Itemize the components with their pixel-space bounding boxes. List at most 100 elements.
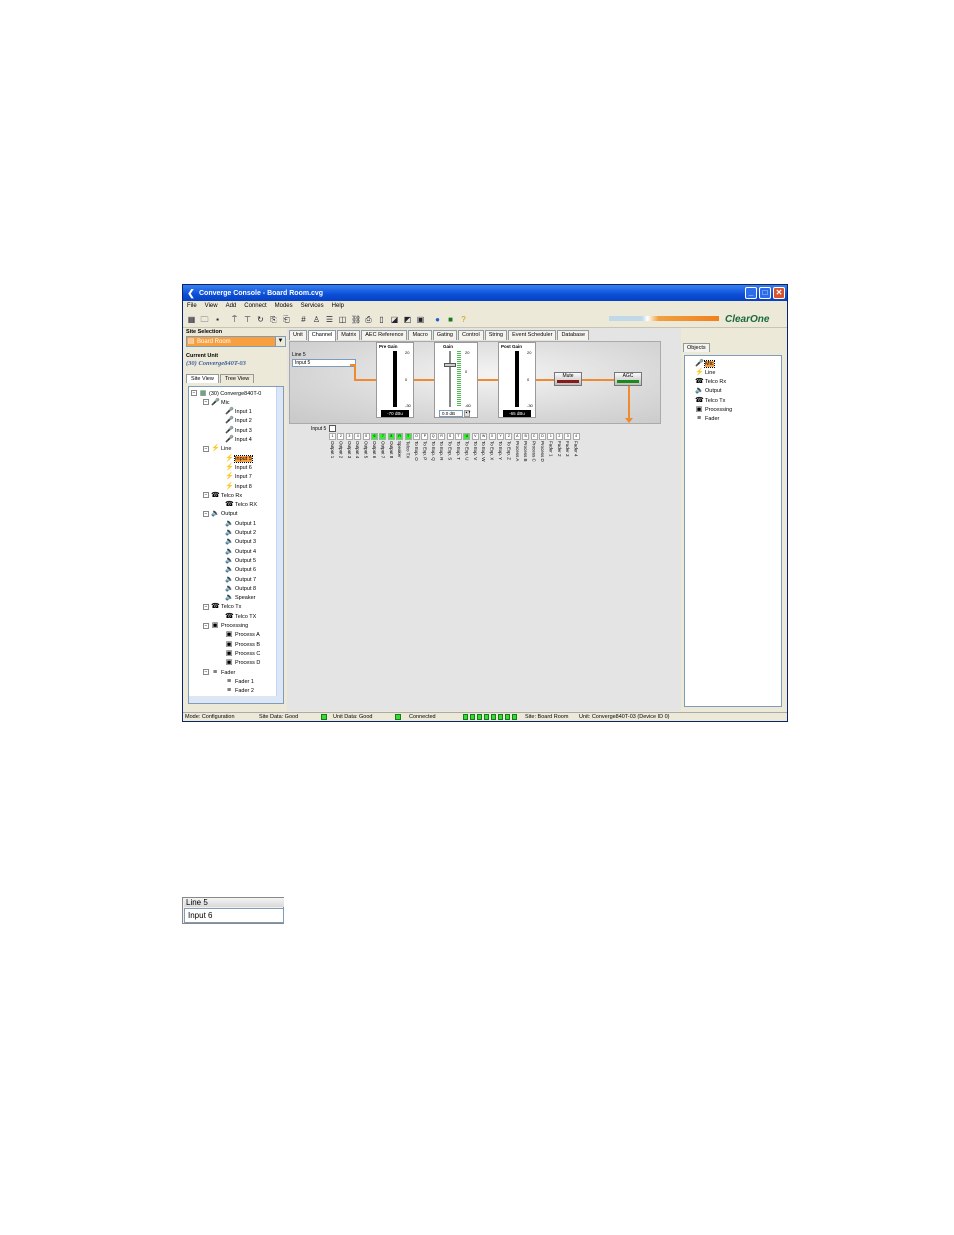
matrix-cell[interactable]: 7 — [379, 433, 387, 440]
tree-item-input-6[interactable]: ⚡ Input 6 — [225, 463, 252, 472]
tree-item-input-8[interactable]: ⚡ Input 8 — [225, 482, 252, 491]
menu-connect[interactable]: Connect — [244, 303, 266, 309]
object-item-output[interactable]: 🔈 Output — [695, 387, 722, 396]
tree-item-output-8[interactable]: 🔈 Output 8 — [225, 584, 256, 593]
gain-spinner[interactable]: ▲▼ — [464, 410, 471, 417]
tree-item-output-3[interactable]: 🔈 Output 3 — [225, 538, 256, 547]
matrix-cell[interactable]: X — [488, 433, 496, 440]
matrix-cell[interactable]: 4 — [572, 433, 580, 440]
close-button[interactable]: ✕ — [773, 287, 785, 299]
tree-item-telco-tx[interactable]: ☎ Telco TX — [225, 612, 256, 621]
globe-icon[interactable]: ● — [433, 315, 442, 324]
collapse-icon[interactable]: − — [203, 399, 209, 406]
stop-icon[interactable]: ■ — [446, 315, 455, 324]
zoom-name-input[interactable]: Input 6 — [184, 908, 284, 923]
matrix-cell[interactable]: R — [438, 433, 446, 440]
tab-aec-reference[interactable]: AEC Reference — [361, 330, 408, 340]
tree-group-mic[interactable]: − 🎤 Mic — [203, 398, 230, 407]
tab-objects[interactable]: Objects — [683, 343, 710, 352]
tree-item-fader-1[interactable]: ≡ Fader 1 — [225, 677, 254, 686]
tab-gating[interactable]: Gating — [432, 330, 457, 340]
help-icon[interactable]: ? — [459, 315, 468, 324]
tree-root[interactable]: − ▦ (30) Converge840T-0 — [191, 389, 261, 398]
object-item-fader[interactable]: ≡ Fader — [695, 415, 719, 424]
tab-tree-view[interactable]: Tree View — [219, 374, 255, 383]
tree-item-output-5[interactable]: 🔈 Output 5 — [225, 556, 256, 565]
menu-file[interactable]: File — [187, 303, 197, 309]
tree-group-processing[interactable]: − ▣ Processing — [203, 622, 248, 631]
tree-group-telco-rx[interactable]: − ☎ Telco Rx — [203, 491, 242, 500]
chevron-down-icon[interactable]: ▼ — [275, 337, 285, 346]
tree-item-input-5[interactable]: ⚡ Input 5 — [225, 454, 253, 463]
antenna-icon[interactable]: ⍑ — [230, 315, 239, 324]
matrix-row-toggle[interactable] — [329, 425, 336, 432]
matrix-cell[interactable]: 1 — [329, 433, 336, 440]
matrix-cell[interactable]: V — [471, 433, 479, 440]
object-item-processing[interactable]: ▣ Processing — [695, 406, 733, 415]
tab-string[interactable]: String — [484, 330, 508, 340]
matrix-cell[interactable]: Q — [429, 433, 437, 440]
tree-item-input-3[interactable]: 🎤 Input 3 — [225, 426, 252, 435]
tab-channel[interactable]: Channel — [307, 330, 337, 341]
matrix-cell[interactable]: 1 — [547, 433, 555, 440]
matrix-cell[interactable]: S — [446, 433, 454, 440]
agc-button[interactable]: AGC — [614, 372, 642, 386]
book-icon[interactable]: ◫ — [338, 315, 347, 324]
matrix-cell[interactable]: Y — [497, 433, 504, 440]
tree-item-speaker[interactable]: 🔈 Speaker — [225, 594, 256, 603]
matrix-cell[interactable]: P — [421, 433, 429, 440]
list-icon[interactable]: ☰ — [325, 315, 334, 324]
object-item-line[interactable]: ⚡ Line — [695, 368, 715, 377]
person-icon[interactable]: ♙ — [312, 315, 321, 324]
collapse-icon[interactable]: − — [203, 510, 209, 517]
object-item-telco-tx[interactable]: ☎ Telco Tx — [695, 396, 725, 405]
matrix-cell[interactable]: 3 — [564, 433, 572, 440]
matrix-cell[interactable]: 6 — [371, 433, 378, 440]
matrix-cell[interactable]: T — [404, 433, 412, 440]
tab-control[interactable]: Control — [457, 330, 484, 340]
matrix-cell[interactable]: T — [455, 433, 462, 440]
grid-icon[interactable]: ▦ — [187, 315, 196, 324]
tree-item-input-7[interactable]: ⚡ Input 7 — [225, 473, 252, 482]
tree-group-output[interactable]: − 🔈 Output — [203, 510, 238, 519]
refresh-icon[interactable]: ↻ — [256, 315, 265, 324]
matrix-cell[interactable]: U — [463, 433, 471, 440]
matrix-cell[interactable]: 4 — [354, 433, 362, 440]
menu-services[interactable]: Services — [301, 303, 324, 309]
tree-group-line[interactable]: − ⚡ Line — [203, 445, 231, 454]
print-icon[interactable]: ⎙ — [364, 315, 373, 324]
matrix-cell[interactable]: 2 — [555, 433, 563, 440]
matrix-cell[interactable]: B — [522, 433, 530, 440]
gain-fader-handle[interactable] — [444, 363, 456, 367]
tree-vertical-scrollbar[interactable] — [276, 387, 283, 703]
object-item-mic[interactable]: 🎤 Mic — [695, 359, 715, 368]
menu-help[interactable]: Help — [332, 303, 344, 309]
chart-icon[interactable]: ◩ — [403, 315, 412, 324]
minimize-button[interactable]: _ — [745, 287, 757, 299]
tree-item-process-b[interactable]: ▣ Process B — [225, 640, 260, 649]
matrix-cell[interactable]: O — [413, 433, 420, 440]
matrix-cell[interactable]: A — [513, 433, 521, 440]
tree-group-fader[interactable]: − ≡ Fader — [203, 668, 235, 677]
matrix-cell[interactable]: R — [396, 433, 404, 440]
tab-database[interactable]: Database — [557, 330, 589, 340]
matrix-cell[interactable]: D — [539, 433, 546, 440]
tree-item-process-a[interactable]: ▣ Process A — [225, 631, 260, 640]
matrix-cell[interactable]: 2 — [337, 433, 345, 440]
matrix-cell[interactable]: C — [530, 433, 538, 440]
paste-icon[interactable]: ⎗ — [282, 315, 291, 324]
matrix-cell[interactable]: 3 — [345, 433, 353, 440]
collapse-icon[interactable]: − — [203, 492, 209, 499]
tree-item-telco-rx[interactable]: ☎ Telco RX — [225, 501, 257, 510]
collapse-icon[interactable]: − — [203, 622, 209, 629]
gain-value-input[interactable]: 0.0 dB — [439, 410, 463, 417]
tree-item-output-6[interactable]: 🔈 Output 6 — [225, 566, 256, 575]
tree-item-process-c[interactable]: ▣ Process C — [225, 649, 261, 658]
collapse-icon[interactable]: − — [191, 390, 197, 396]
site-select[interactable]: ▤ Board Room ▼ — [186, 336, 286, 347]
menu-add[interactable]: Add — [226, 303, 237, 309]
matrix-cell[interactable]: W — [480, 433, 488, 440]
tree-item-output-4[interactable]: 🔈 Output 4 — [225, 547, 256, 556]
collapse-icon[interactable]: − — [203, 445, 209, 452]
tree-item-input-2[interactable]: 🎤 Input 2 — [225, 417, 252, 426]
